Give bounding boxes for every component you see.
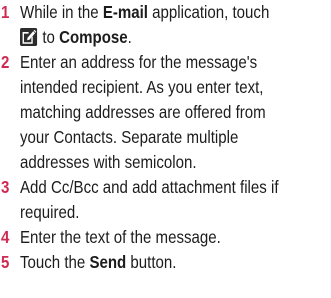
step-number: 3 [1,177,10,197]
step-line: Add Cc/Bcc and add attachment files if [20,177,279,197]
step-line: Enter the text of the message. [20,227,221,247]
step-text: . [127,27,132,47]
step-line: Touch the Send button. [20,250,176,275]
step-line: Enter an address for the message's [20,52,258,72]
step-line: required. [20,202,80,222]
compose-icon [20,28,38,46]
step-line: addresses with semicolon. [20,152,197,172]
send-button-label: Send [89,252,127,272]
step-text: to [42,27,60,47]
step-text: application, touch [147,2,270,22]
step-text: Touch the [20,252,90,272]
step-line: your Contacts. Separate multiple [20,127,239,147]
step-number: 5 [1,252,10,272]
step-line: While in the E-mail application, touch [20,0,269,25]
step-line: to Compose. [20,25,132,50]
step-number: 1 [1,2,10,22]
step-number: 4 [1,227,10,247]
step-text: button. [126,252,177,272]
app-name-email: E-mail [102,2,148,22]
email-compose-steps: 1 While in the E-mail application, touch… [0,0,331,298]
step-line: matching addresses are offered from [20,102,266,122]
step-number: 2 [1,52,10,72]
action-compose: Compose [59,27,128,47]
step-text: While in the [20,2,103,22]
step-line: intended recipient. As you enter text, [20,77,264,97]
